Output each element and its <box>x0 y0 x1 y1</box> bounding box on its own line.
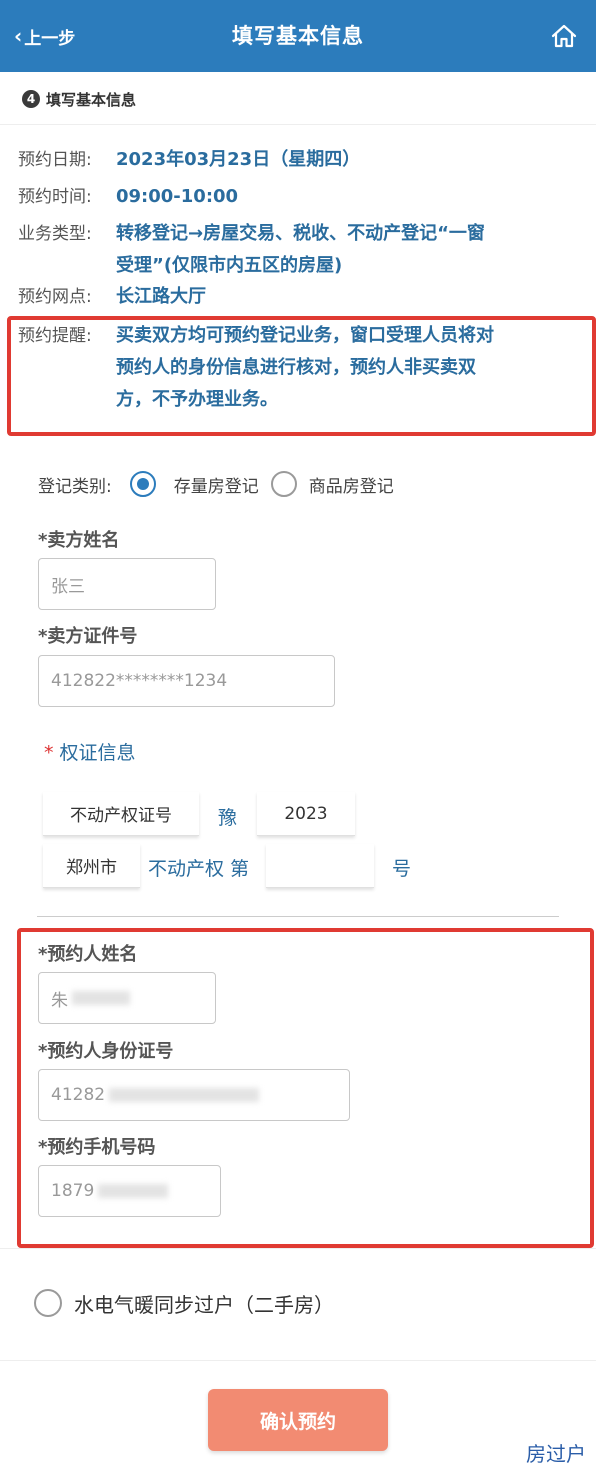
divider <box>0 1360 596 1361</box>
radio-existing-house[interactable] <box>129 471 156 497</box>
applicant-highlight-box <box>17 928 594 1248</box>
page-title: 填写基本信息 <box>232 24 364 48</box>
option-existing-house[interactable]: 存量房登记 <box>174 472 259 497</box>
seller-id-label: *卖方证件号 <box>38 626 138 647</box>
seller-id-value: 412822********1234 <box>51 671 228 691</box>
cert-mid-text: 不动产权 第 <box>148 858 250 880</box>
radio-new-house[interactable] <box>270 471 297 497</box>
required-star: * <box>44 742 54 764</box>
divider <box>37 916 559 917</box>
divider <box>0 124 596 125</box>
remind-highlight-box <box>7 316 596 436</box>
time-value: 09:00-10:00 <box>116 186 239 207</box>
home-icon[interactable] <box>550 22 578 50</box>
cert-type-value: 不动产权证号 <box>70 806 172 826</box>
sync-transfer-option[interactable]: 水电气暖同步过户（二手房） <box>34 1286 334 1320</box>
certificate-title-text: 权证信息 <box>59 742 136 764</box>
info-date-row: 预约日期: 2023年03月23日（星期四） <box>18 144 360 176</box>
divider <box>0 1248 596 1249</box>
sync-transfer-radio[interactable] <box>34 1289 62 1317</box>
time-label: 预约时间: <box>18 187 92 207</box>
info-site-row: 预约网点: 长江路大厅 <box>18 281 206 313</box>
seller-id-input[interactable]: 412822********1234 <box>38 655 335 707</box>
date-label: 预约日期: <box>18 150 92 170</box>
seller-name-value: 张三 <box>51 576 85 597</box>
seller-name-label: *卖方姓名 <box>38 530 120 551</box>
option-new-house[interactable]: 商品房登记 <box>309 472 394 497</box>
registration-type: 登记类别: 存量房登记 商品房登记 <box>38 468 394 500</box>
confirm-button[interactable]: 确认预约 <box>208 1389 388 1451</box>
type-value-line2: 受理”(仅限市内五区的房屋) <box>116 255 343 276</box>
site-label: 预约网点: <box>18 287 92 307</box>
certificate-title: * 权证信息 <box>44 738 136 765</box>
cert-city-select[interactable]: 郑州市 <box>43 844 140 888</box>
cert-year-input[interactable]: 2023 <box>257 792 355 836</box>
date-value: 2023年03月23日（星期四） <box>116 149 361 170</box>
type-label: 业务类型: <box>18 224 92 244</box>
info-type-row: 业务类型: 转移登记→房屋交易、税收、不动产登记“一窗 受理”(仅限市内五区的房… <box>18 218 485 282</box>
cert-province: 豫 <box>218 807 238 829</box>
type-value-line1: 转移登记→房屋交易、税收、不动产登记“一窗 <box>116 223 485 244</box>
step-indicator: 4 填写基本信息 <box>22 86 136 112</box>
watermark-text: 房过户 <box>526 1442 586 1466</box>
cert-city-value: 郑州市 <box>66 858 117 878</box>
info-time-row: 预约时间: 09:00-10:00 <box>18 181 238 213</box>
cert-number-input[interactable] <box>266 844 374 888</box>
step-number: 4 <box>22 90 40 108</box>
sync-transfer-label[interactable]: 水电气暖同步过户（二手房） <box>74 1289 334 1318</box>
cert-type-select[interactable]: 不动产权证号 <box>43 792 199 836</box>
cert-year-value: 2023 <box>284 803 328 824</box>
seller-name-input[interactable]: 张三 <box>38 558 216 610</box>
step-label: 填写基本信息 <box>46 90 137 109</box>
registration-label: 登记类别: <box>38 476 112 497</box>
site-value: 长江路大厅 <box>116 286 206 307</box>
cert-suffix: 号 <box>392 858 412 880</box>
app-header: ‹ 上一步 填写基本信息 <box>0 0 596 72</box>
